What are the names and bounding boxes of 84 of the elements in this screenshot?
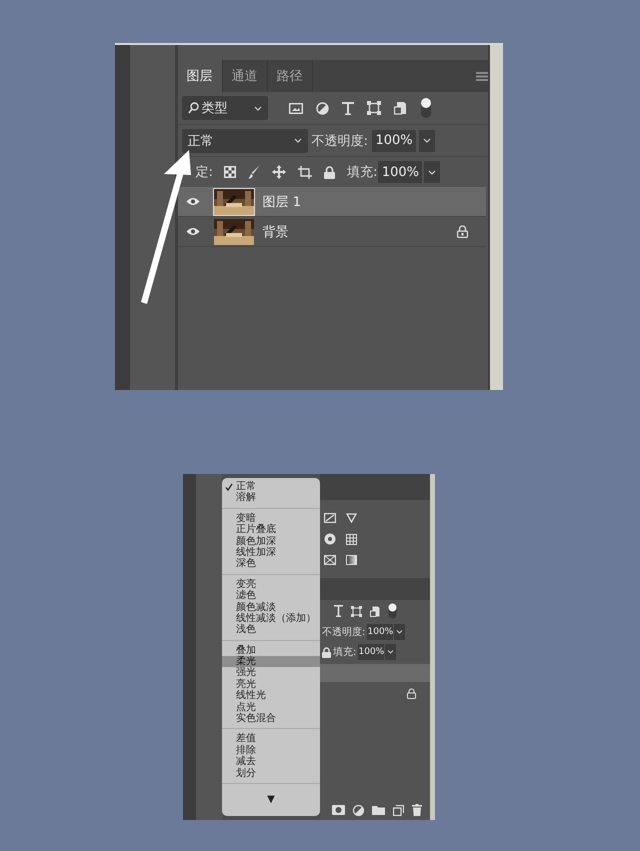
opacity-label: 不透明度: (312, 132, 368, 150)
opacity-field[interactable]: 100% (372, 130, 416, 152)
text-tool-icon[interactable] (342, 102, 354, 114)
grid-icon[interactable] (346, 534, 357, 544)
trash-icon[interactable] (412, 804, 422, 816)
new-layer-icon[interactable] (393, 804, 404, 816)
text-tool-icon[interactable] (334, 605, 343, 617)
blend-mode-dropdown[interactable]: 正常 (182, 128, 308, 152)
menu-item[interactable]: 线性加深 (222, 546, 320, 558)
menu-item[interactable]: 亮光 (222, 678, 320, 690)
menu-item[interactable]: 排除 (222, 744, 320, 756)
gradient-icon[interactable] (346, 555, 357, 565)
opacity-dropdown-button[interactable] (394, 624, 406, 640)
menu-item[interactable]: 溶解 (222, 492, 320, 504)
fill-field[interactable]: 100% (358, 644, 384, 660)
fill-dropdown-button[interactable] (385, 644, 396, 660)
caret-icon (428, 170, 436, 174)
layer-row[interactable]: 背景 (178, 217, 486, 247)
half-circle-icon[interactable] (353, 804, 364, 816)
fill-label: 填充: (333, 646, 356, 659)
menu-item[interactable]: 柔光 (222, 656, 320, 668)
scroll-down-arrow[interactable]: ▼ (222, 794, 320, 805)
caret-icon (294, 138, 302, 143)
transform-icon[interactable] (351, 606, 362, 616)
channel-mixer-icon[interactable] (324, 555, 336, 565)
menu-item[interactable]: 点光 (222, 702, 320, 714)
layer-row[interactable]: 图层 1 (178, 187, 486, 217)
filter-dropdown[interactable]: 类型 (182, 96, 268, 120)
panel-tab[interactable]: 路径 (268, 60, 313, 92)
image-icon[interactable] (288, 102, 303, 114)
caret-icon (254, 106, 262, 110)
menu-item[interactable]: 颜色减淡 (222, 602, 320, 613)
menu-item[interactable]: 滤色 (222, 590, 320, 602)
smart-object-icon[interactable] (370, 606, 380, 616)
opacity-field[interactable]: 100% (367, 624, 394, 640)
fill-dropdown-button[interactable] (424, 161, 440, 183)
caret-icon (423, 138, 432, 143)
opacity-label: 不透明度: (322, 626, 366, 639)
toggle-switch-icon[interactable] (420, 97, 432, 119)
layer-name: 背景 (262, 224, 289, 240)
eye-icon[interactable] (186, 197, 200, 206)
opacity-dropdown-button[interactable] (419, 130, 436, 152)
menu-item[interactable]: 划分 (222, 768, 320, 779)
menu-item[interactable]: 减去 (222, 756, 320, 768)
brush-icon[interactable] (248, 165, 260, 179)
menu-icon[interactable] (476, 72, 488, 80)
lock-label: 定: (196, 164, 214, 181)
menu-item[interactable]: 线性减淡（添加） (222, 612, 320, 624)
menu-item[interactable]: 浅色 (222, 624, 320, 636)
toggle-switch-icon[interactable] (388, 603, 397, 619)
fill-field[interactable]: 100% (378, 161, 422, 183)
menu-item[interactable]: 正常 (222, 481, 320, 492)
checkerboard-icon[interactable] (224, 166, 236, 178)
scrollbar[interactable] (488, 45, 503, 390)
search-icon (188, 102, 199, 114)
menu-item[interactable]: 线性光 (222, 690, 320, 702)
color-balance-icon[interactable] (324, 533, 336, 545)
menu-item[interactable]: 正片叠底 (222, 524, 320, 536)
fill-label: 填充: (347, 164, 378, 181)
curves-icon[interactable] (324, 513, 336, 523)
menu-item[interactable]: 变亮 (222, 578, 320, 590)
menu-item[interactable]: 实色混合 (222, 713, 320, 724)
half-circle-icon[interactable] (316, 102, 329, 114)
menu-item[interactable]: 强光 (222, 667, 320, 679)
eye-icon[interactable] (186, 227, 200, 236)
menu-item[interactable]: 差值 (222, 733, 320, 745)
smart-object-icon[interactable] (394, 101, 407, 115)
move-icon[interactable] (272, 165, 286, 179)
panel-tab[interactable]: 通道 (222, 60, 268, 92)
layer-name: 图层 1 (262, 194, 302, 210)
folder-icon[interactable] (372, 805, 385, 815)
lock-icon[interactable] (322, 646, 331, 658)
mask-icon[interactable] (332, 805, 345, 815)
menu-item[interactable]: 颜色加深 (222, 536, 320, 547)
menu-item[interactable]: 深色 (222, 558, 320, 570)
menu-item[interactable]: 叠加 (222, 644, 320, 656)
caret-icon (396, 630, 404, 634)
caret-icon (387, 650, 394, 654)
menu-item[interactable]: 变暗 (222, 512, 320, 524)
triangle-icon[interactable] (346, 513, 357, 523)
scrollbar[interactable] (430, 474, 435, 820)
lock-icon[interactable] (324, 166, 336, 178)
panel-tab[interactable]: 图层 (178, 60, 223, 92)
transform-icon[interactable] (366, 101, 381, 115)
